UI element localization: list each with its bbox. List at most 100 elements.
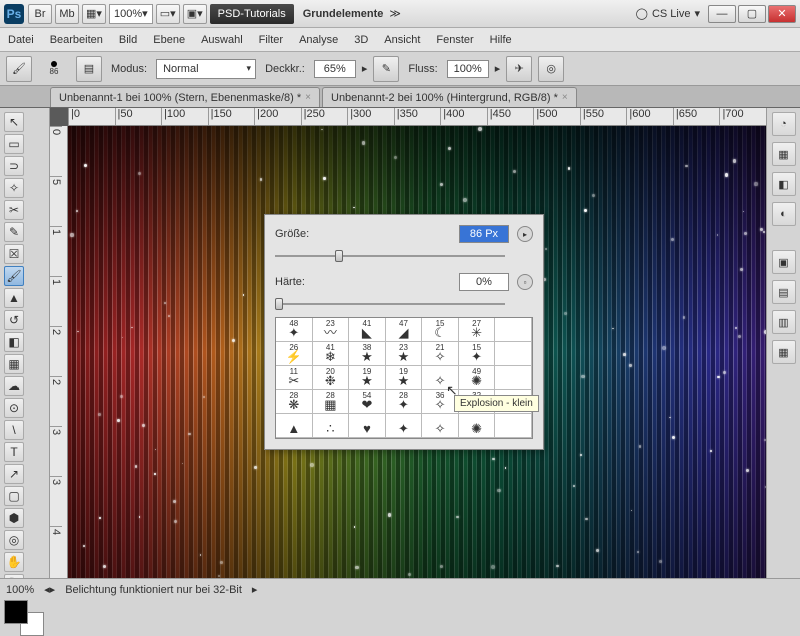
mode-select[interactable]: Normal [156,59,256,79]
cslive-button[interactable]: ◯ CS Live ▾ [636,7,700,20]
marquee-tool[interactable]: ▭ [4,134,24,154]
close-icon[interactable]: × [562,92,568,103]
menu-hilfe[interactable]: Hilfe [490,34,512,46]
bridge-button[interactable]: Br [28,4,52,24]
menu-ansicht[interactable]: Ansicht [384,34,420,46]
color-swatches[interactable] [4,600,44,636]
brush-cell[interactable]: 54❤ [349,390,386,414]
foreground-color-swatch[interactable] [4,600,28,624]
history-brush-tool[interactable]: ↺ [4,310,24,330]
airbrush-button[interactable]: ✈ [506,56,532,82]
menu-datei[interactable]: Datei [8,34,34,46]
brush-cell[interactable]: 15✦ [459,342,496,366]
brush-cell[interactable]: 23〰 [313,318,350,342]
brush-cell[interactable] [495,414,532,438]
adjustments-panel-icon[interactable]: ◐ [772,202,796,226]
brush-cell[interactable]: 15☾ [422,318,459,342]
brush-panel-button[interactable]: ▤ [76,56,102,82]
eraser-tool[interactable]: ◧ [4,332,24,352]
close-icon[interactable]: × [305,92,311,103]
brush-cell[interactable]: 23★ [386,342,423,366]
brush-cell[interactable]: 38★ [349,342,386,366]
window-minimize-button[interactable]: — [708,5,736,23]
horizontal-ruler[interactable]: |0|50|100|150|200|250|300|350|400|450|50… [68,108,766,126]
menu-ebene[interactable]: Ebene [153,34,185,46]
eyedropper-tool[interactable]: ✎ [4,222,24,242]
gradient-tool[interactable]: ▦ [4,354,24,374]
menu-filter[interactable]: Filter [259,34,283,46]
hand-tool[interactable]: ✋ [4,552,24,572]
brush-cell[interactable]: 28✦ [386,390,423,414]
chevron-icon[interactable]: ▸ [495,62,501,75]
opacity-pressure-button[interactable]: ✎ [373,56,399,82]
chevron-icon[interactable]: ▸ [362,62,368,75]
brush-cell[interactable]: 48✦ [276,318,313,342]
workspace-more-icon[interactable]: ≫ [389,7,401,20]
tablet-pressure-button[interactable]: ◎ [538,56,564,82]
brush-cell[interactable]: 49✺ [459,366,496,390]
status-arrow-icon[interactable]: ▸ [252,583,258,596]
swatches-panel-icon[interactable]: ▦ [772,142,796,166]
brush-preview[interactable]: 86 [38,55,70,83]
crop-tool[interactable]: ✂ [4,200,24,220]
brush-cell[interactable]: 28❋ [276,390,313,414]
hardness-slider[interactable] [275,297,505,311]
brush-cell[interactable]: ▲ [276,414,313,438]
shape-tool[interactable]: ▢ [4,486,24,506]
arrange-button[interactable]: ▭▾ [156,4,180,24]
lasso-tool[interactable]: ⊃ [4,156,24,176]
menu-analyse[interactable]: Analyse [299,34,338,46]
brush-cell[interactable]: 41❄ [313,342,350,366]
dodge-tool[interactable]: ⊙ [4,398,24,418]
stamp-tool[interactable]: ▲ [4,288,24,308]
flyout-menu-icon[interactable]: ▸ [517,226,533,242]
brush-cell[interactable]: 28▦ [313,390,350,414]
patch-tool[interactable]: ☒ [4,244,24,264]
brush-tool[interactable]: 🖌 [4,266,24,286]
window-close-button[interactable]: ✕ [768,5,796,23]
brush-cell[interactable]: ✺ [459,414,496,438]
menu-auswahl[interactable]: Auswahl [201,34,243,46]
wand-tool[interactable]: ✧ [4,178,24,198]
move-tool[interactable]: ↖ [4,112,24,132]
brush-cell[interactable]: ✧ [422,366,459,390]
extras-button[interactable]: ▦▾ [82,4,106,24]
brush-cell[interactable] [495,342,532,366]
brush-cell[interactable]: 21✧ [422,342,459,366]
brush-cell[interactable]: 19★ [349,366,386,390]
brush-cell[interactable]: 19★ [386,366,423,390]
pen-tool[interactable]: \ [4,420,24,440]
menu-bild[interactable]: Bild [119,34,137,46]
screenmode-button[interactable]: ▣▾ [183,4,207,24]
blur-tool[interactable]: ☁ [4,376,24,396]
layers-panel-icon[interactable]: ▣ [772,250,796,274]
zoom-select[interactable]: 100% ▾ [109,4,153,24]
brush-cell[interactable]: 11✂ [276,366,313,390]
document-tab-2[interactable]: Unbenannt-2 bei 100% (Hintergrund, RGB/8… [322,87,577,107]
status-arrow-icon[interactable]: ◂▸ [44,583,55,596]
brush-cell[interactable]: 41◣ [349,318,386,342]
brush-cell[interactable]: ♥ [349,414,386,438]
brush-cell[interactable]: ✦ [386,414,423,438]
flow-input[interactable]: 100% [447,60,489,78]
window-maximize-button[interactable]: ▢ [738,5,766,23]
size-slider[interactable] [275,249,505,263]
styles-panel-icon[interactable]: ◧ [772,172,796,196]
brush-cell[interactable]: 27✳ [459,318,496,342]
color-panel-icon[interactable]: ◔ [772,112,796,136]
paths-panel-icon[interactable]: ▥ [772,310,796,334]
brush-cell[interactable]: 20❉ [313,366,350,390]
brush-cell[interactable]: ✧ [422,414,459,438]
opacity-input[interactable]: 65% [314,60,356,78]
3d-camera-tool[interactable]: ◎ [4,530,24,550]
brush-cell[interactable]: 47◢ [386,318,423,342]
status-zoom[interactable]: 100% [6,584,34,596]
menu-bearbeiten[interactable]: Bearbeiten [50,34,103,46]
tool-preset-button[interactable]: 🖌 [6,56,32,82]
brush-cell[interactable] [495,366,532,390]
size-input[interactable]: 86 Px [459,225,509,243]
brush-cell[interactable]: 26⚡ [276,342,313,366]
type-tool[interactable]: T [4,442,24,462]
document-tab-1[interactable]: Unbenannt-1 bei 100% (Stern, Ebenenmaske… [50,87,320,107]
3d-tool[interactable]: ⬢ [4,508,24,528]
